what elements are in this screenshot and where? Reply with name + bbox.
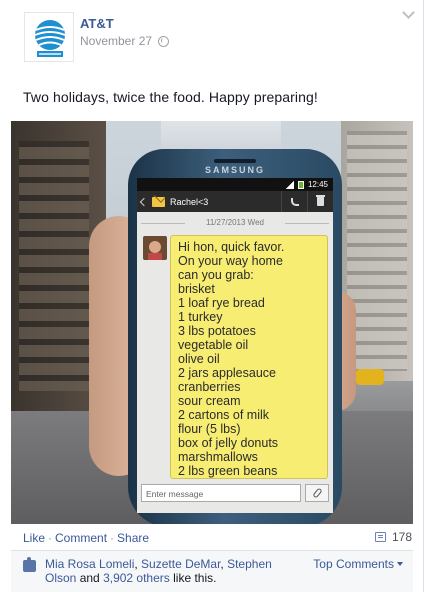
message-line: 2 cartons of milk — [178, 408, 270, 422]
top-comments-label: Top Comments — [313, 557, 394, 571]
message-bubble: Hi hon, quick favor. On your way home ca… — [170, 235, 328, 479]
like-thumb-icon — [23, 557, 36, 572]
separator: · — [110, 531, 115, 545]
message-line: marshmallows — [178, 450, 258, 464]
back-arrow-icon[interactable] — [139, 197, 149, 206]
message-line: brisket — [178, 282, 215, 296]
post-photo[interactable]: SAMSUNG 12:45 Rachel<3 11/27/2013 Wed Hi… — [11, 121, 413, 524]
envelope-icon — [152, 196, 165, 207]
delete-button[interactable] — [307, 191, 333, 212]
call-icon — [290, 197, 299, 206]
message-line: 2 jars applesauce — [178, 366, 276, 380]
phone-device: SAMSUNG 12:45 Rachel<3 11/27/2013 Wed Hi… — [128, 149, 342, 524]
message-line: vegetable oil — [178, 338, 249, 352]
caret-down-icon — [397, 562, 403, 566]
phone-speaker — [214, 159, 256, 163]
liker-name[interactable]: Suzette DeMar — [141, 557, 220, 571]
post-caption: Two holidays, twice the food. Happy prep… — [23, 89, 318, 105]
post-actions: Like · Comment · Share — [23, 531, 149, 545]
like-link[interactable]: Like — [23, 531, 45, 545]
sender-avatar — [143, 236, 167, 260]
att-logo[interactable] — [24, 12, 74, 62]
comment-link[interactable]: Comment — [55, 531, 107, 545]
likes-text: Mia Rosa Lomeli, Suzette DeMar, Stephen … — [45, 557, 272, 585]
signal-icon — [285, 180, 294, 189]
comment-count[interactable]: 178 — [374, 530, 412, 544]
globe-icon — [158, 35, 170, 47]
separator: · — [48, 531, 53, 545]
phone-status-bar: 12:45 — [137, 178, 333, 191]
message-line: olive oil — [178, 352, 220, 366]
phone-brand: SAMSUNG — [204, 165, 265, 175]
message-line: On your way home — [178, 254, 283, 268]
trash-icon — [316, 195, 325, 206]
message-line: sour cream — [178, 394, 241, 408]
others-link[interactable]: 3,902 others — [103, 571, 170, 585]
message-line: flour (5 lbs) — [178, 422, 241, 436]
chevron-down-icon[interactable] — [402, 6, 415, 19]
message-line: 2 lbs green beans — [178, 464, 278, 478]
comment-count-value: 178 — [391, 530, 412, 544]
post-date[interactable]: November 27 — [80, 34, 152, 48]
message-date: 11/27/2013 Wed — [137, 218, 333, 227]
message-line: 3 lbs potatoes — [178, 324, 256, 338]
likes-summary: Mia Rosa Lomeli, Suzette DeMar, Stephen … — [11, 550, 413, 592]
share-link[interactable]: Share — [117, 531, 149, 545]
battery-icon — [297, 180, 304, 189]
facebook-post: AT&T November 27 Two holidays, twice the… — [0, 0, 424, 592]
message-line: cranberries — [178, 380, 241, 394]
compose-bar: Enter message — [141, 484, 329, 508]
message-line: 1 turkey — [178, 310, 223, 324]
attach-icon — [311, 487, 323, 499]
phone-screen: 12:45 Rachel<3 11/27/2013 Wed Hi hon, qu… — [137, 178, 333, 513]
liker-name[interactable]: Mia Rosa Lomeli — [45, 557, 134, 571]
comment-icon — [374, 532, 386, 542]
sms-title-bar: Rachel<3 — [137, 191, 333, 212]
taxi — [356, 369, 384, 385]
building-right-windows — [347, 131, 407, 371]
post-author[interactable]: AT&T — [80, 16, 114, 31]
phone-time: 12:45 — [307, 180, 328, 189]
contact-name: Rachel<3 — [170, 196, 209, 207]
message-line: can you grab: — [178, 268, 254, 282]
message-line: 1 loaf rye bread — [178, 296, 265, 310]
message-input[interactable]: Enter message — [141, 484, 301, 502]
sms-toolbar — [281, 191, 333, 212]
attach-button[interactable] — [305, 484, 329, 502]
call-button[interactable] — [281, 191, 307, 212]
post-meta: November 27 — [80, 34, 170, 48]
building-left-windows — [19, 141, 89, 391]
top-comments-dropdown[interactable]: Top Comments — [313, 557, 403, 571]
message-line: Hi hon, quick favor. — [178, 240, 285, 254]
message-line: box of jelly donuts — [178, 436, 279, 450]
